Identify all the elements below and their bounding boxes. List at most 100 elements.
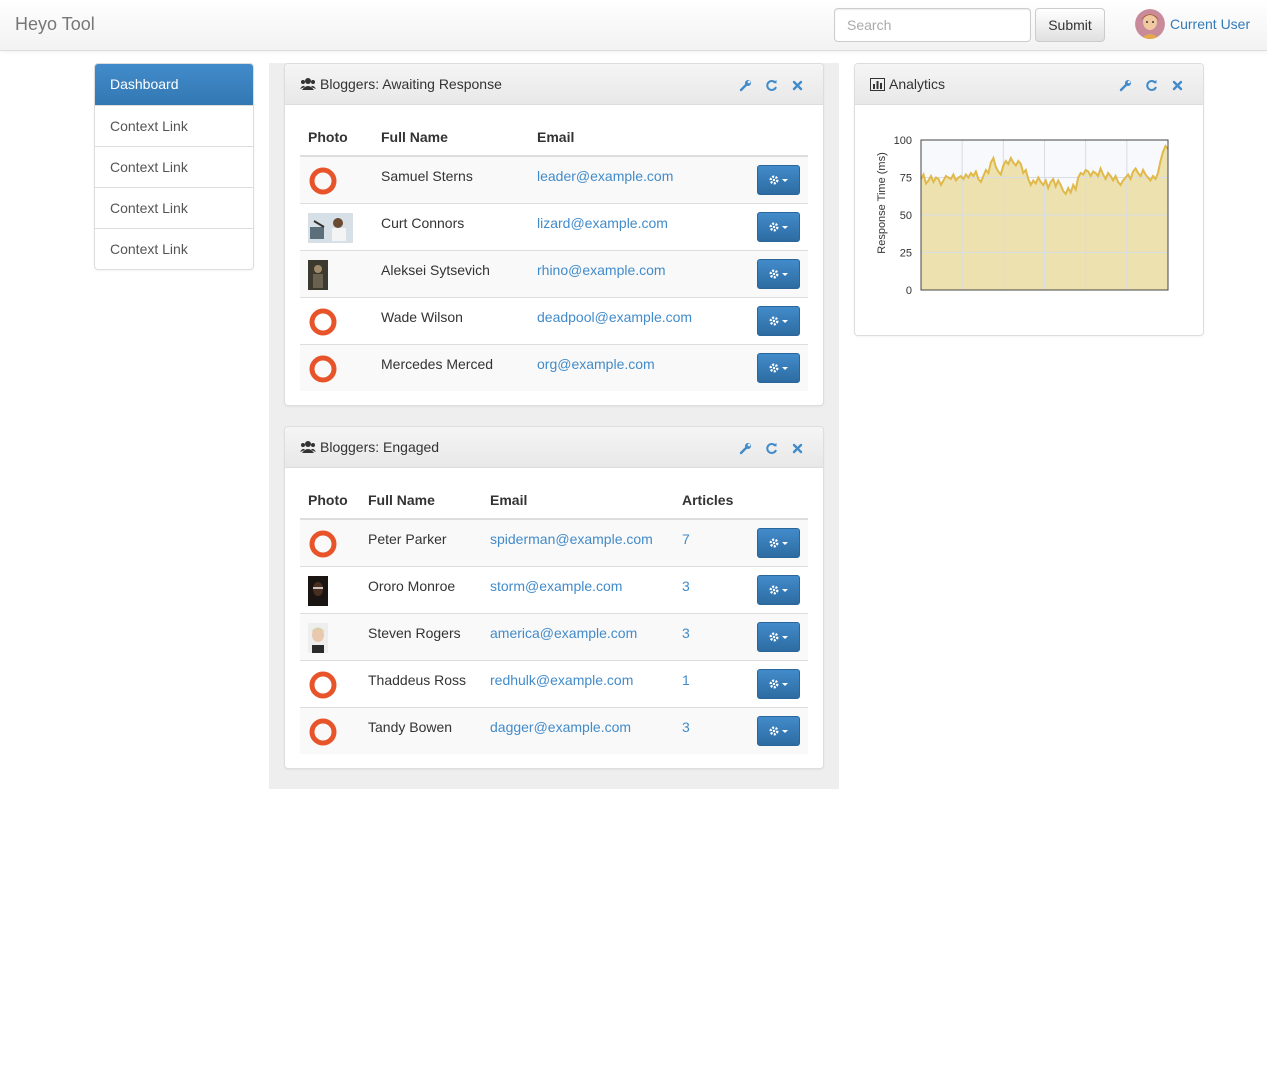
table-row: Wade Wilson deadpool@example.com: [300, 296, 808, 344]
row-actions-button[interactable]: [757, 211, 800, 242]
gear-icon: [769, 726, 788, 735]
email-link[interactable]: rhino@example.com: [537, 262, 666, 278]
gear-icon: [769, 316, 788, 325]
brand[interactable]: Heyo Tool: [15, 14, 95, 35]
table-row: Steven Rogers america@example.com 3: [300, 612, 808, 660]
response-time-chart: 0 25 50 75 100 Response Time (ms): [876, 135, 1169, 297]
email-link[interactable]: dagger@example.com: [490, 719, 631, 735]
panel-heading: Bloggers: Awaiting Response: [285, 64, 823, 105]
table-row: Samuel Sterns leader@example.com: [300, 155, 808, 203]
table-row: Tandy Bowen dagger@example.com 3: [300, 706, 808, 754]
panel-title: Bloggers: Engaged: [320, 439, 440, 455]
photo-image: [308, 212, 353, 243]
sidebar-item-context-link[interactable]: Context Link: [95, 187, 253, 228]
orange-ring-icon: [309, 671, 337, 698]
close-icon[interactable]: [789, 77, 805, 93]
full-name: Steven Rogers: [360, 612, 482, 660]
full-name: Samuel Sterns: [373, 155, 529, 203]
y-tick-label: 25: [900, 248, 912, 260]
articles-count-link[interactable]: 1: [682, 672, 690, 688]
refresh-icon[interactable]: [763, 77, 779, 93]
navbar: Heyo Tool Submit Current User: [0, 0, 1267, 51]
column-header: Full Name: [373, 120, 529, 157]
table-row: Ororo Monroe storm@example.com 3: [300, 565, 808, 613]
close-icon[interactable]: [789, 440, 805, 456]
orange-ring-icon: [309, 718, 337, 745]
wrench-icon[interactable]: [1117, 77, 1133, 93]
row-actions-button[interactable]: [757, 574, 800, 605]
table-row: Mercedes Merced org@example.com: [300, 343, 808, 391]
awaiting-panel: Bloggers: Awaiting Response Photo Full N…: [284, 63, 824, 406]
photo-image: [308, 622, 328, 653]
search-input[interactable]: [834, 8, 1031, 42]
current-user-menu[interactable]: Current User: [1135, 9, 1250, 39]
articles-count-link[interactable]: 3: [682, 719, 690, 735]
full-name: Aleksei Sytsevich: [373, 249, 529, 297]
sidebar-item-context-link[interactable]: Context Link: [95, 146, 253, 187]
column-header: Articles: [674, 483, 744, 520]
row-actions-button[interactable]: [757, 305, 800, 336]
wrench-icon[interactable]: [737, 77, 753, 93]
panel-heading: Analytics: [855, 64, 1203, 105]
full-name: Mercedes Merced: [373, 343, 529, 391]
refresh-icon[interactable]: [1143, 77, 1159, 93]
email-link[interactable]: lizard@example.com: [537, 215, 668, 231]
full-name: Peter Parker: [360, 518, 482, 566]
panel-heading: Bloggers: Engaged: [285, 427, 823, 468]
column-header: Email: [529, 120, 738, 157]
bar-chart-icon: [870, 77, 885, 91]
row-actions-button[interactable]: [757, 352, 800, 383]
table-row: Curt Connors lizard@example.com: [300, 202, 808, 250]
refresh-icon[interactable]: [763, 440, 779, 456]
articles-count-link[interactable]: 3: [682, 578, 690, 594]
full-name: Thaddeus Ross: [360, 659, 482, 707]
row-actions-button[interactable]: [757, 621, 800, 652]
awaiting-table: Photo Full Name Email Samuel Sterns lead…: [300, 120, 808, 391]
users-icon: [300, 441, 316, 453]
row-actions-button[interactable]: [757, 528, 800, 558]
row-actions-button[interactable]: [757, 258, 800, 289]
email-link[interactable]: america@example.com: [490, 625, 637, 641]
articles-count-link[interactable]: 3: [682, 625, 690, 641]
articles-count-link[interactable]: 7: [682, 531, 690, 547]
sidebar-item-context-link[interactable]: Context Link: [95, 105, 253, 146]
panel-title: Bloggers: Awaiting Response: [320, 76, 502, 92]
submit-button[interactable]: Submit: [1035, 8, 1105, 42]
orange-ring-icon: [309, 308, 337, 335]
email-link[interactable]: deadpool@example.com: [537, 309, 692, 325]
email-link[interactable]: storm@example.com: [490, 578, 622, 594]
y-tick-label: 75: [900, 173, 912, 185]
y-axis-label: Response Time (ms): [876, 152, 888, 253]
email-link[interactable]: org@example.com: [537, 356, 655, 372]
column-header: Full Name: [360, 483, 482, 520]
engaged-table: Photo Full Name Email Articles Peter Par…: [300, 483, 808, 754]
analytics-panel: Analytics 0 25 50 75 100 Response Time (ms): [854, 63, 1204, 336]
email-link[interactable]: leader@example.com: [537, 168, 673, 184]
gear-icon: [769, 222, 788, 231]
photo-image: [308, 575, 328, 606]
email-link[interactable]: spiderman@example.com: [490, 531, 653, 547]
gear-icon: [769, 632, 788, 641]
row-actions-button[interactable]: [757, 715, 800, 746]
email-link[interactable]: redhulk@example.com: [490, 672, 633, 688]
sidebar-item-dashboard[interactable]: Dashboard: [95, 64, 253, 105]
gear-icon: [769, 538, 788, 548]
panel-title: Analytics: [889, 76, 946, 92]
table-row: Thaddeus Ross redhulk@example.com 1: [300, 659, 808, 707]
sidebar-item-context-link[interactable]: Context Link: [95, 228, 253, 269]
row-actions-button[interactable]: [757, 668, 800, 699]
close-icon[interactable]: [1169, 77, 1185, 93]
full-name: Wade Wilson: [373, 296, 529, 344]
gear-icon: [769, 585, 788, 594]
column-header: Email: [482, 483, 674, 520]
avatar: [1135, 9, 1165, 39]
y-tick-label: 100: [894, 135, 912, 147]
row-actions-button[interactable]: [757, 165, 800, 195]
y-tick-label: 0: [906, 285, 912, 297]
user-name: Current User: [1170, 16, 1251, 32]
photo-image: [308, 259, 328, 290]
wrench-icon[interactable]: [737, 440, 753, 456]
y-tick-label: 50: [900, 210, 912, 222]
full-name: Curt Connors: [373, 202, 529, 250]
sidebar: Dashboard Context Link Context Link Cont…: [94, 63, 254, 270]
